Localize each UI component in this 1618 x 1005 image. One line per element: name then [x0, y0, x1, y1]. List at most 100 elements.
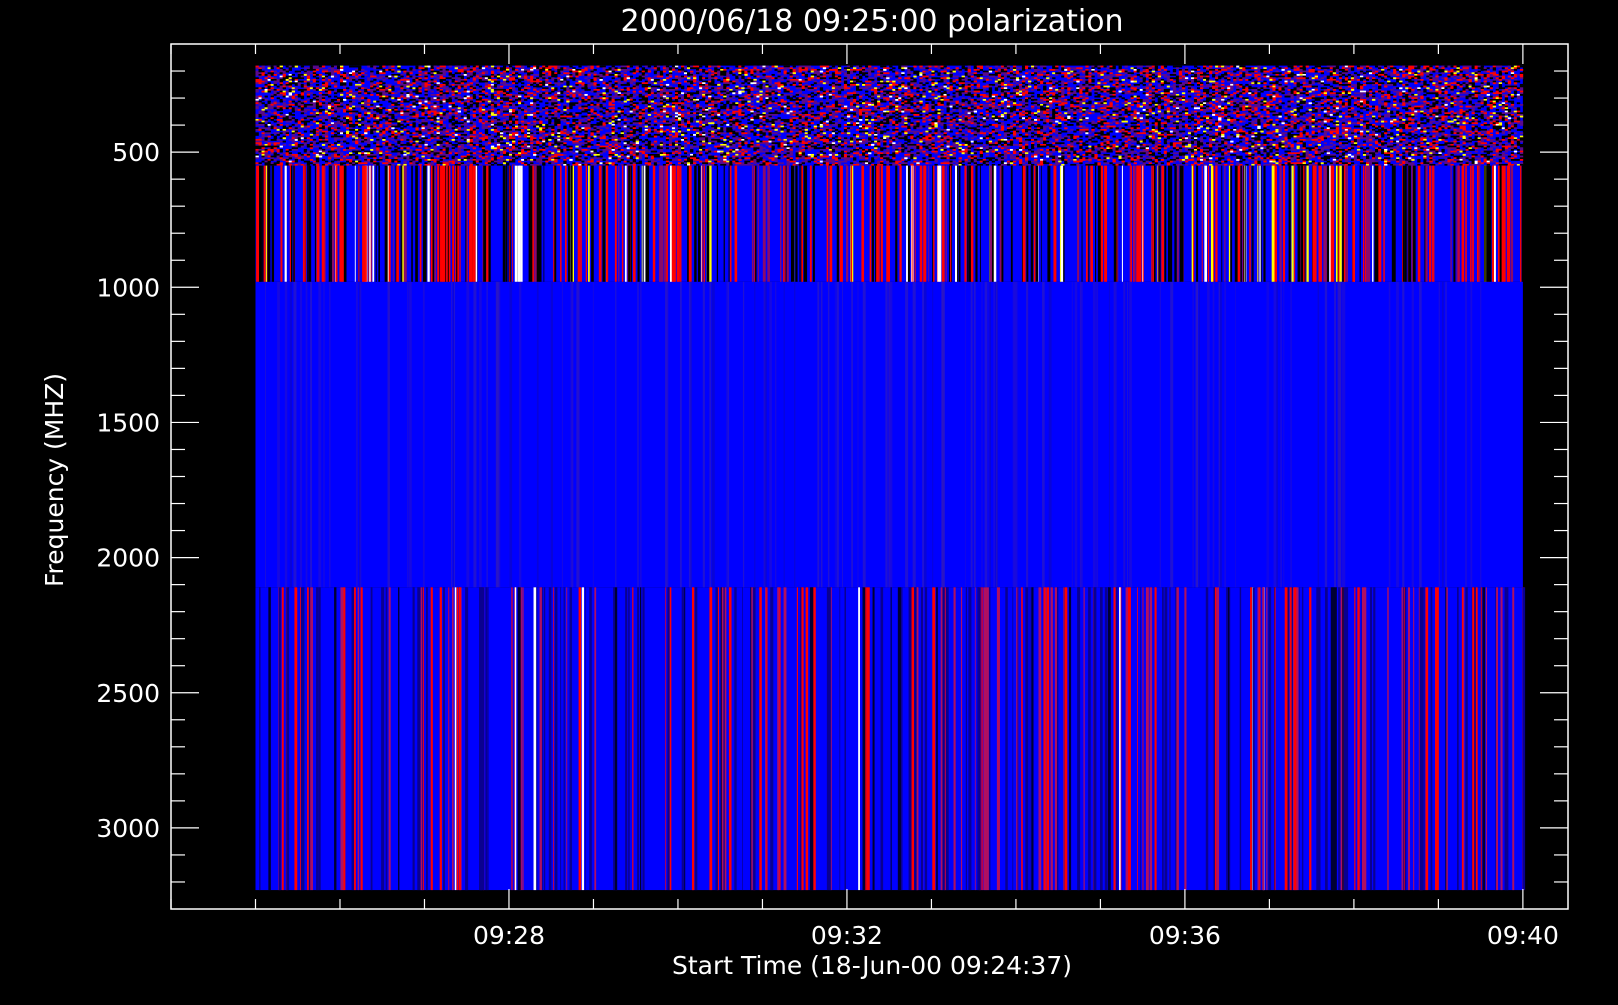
- noise-cell: [967, 93, 971, 96]
- noise-cell: [1378, 87, 1382, 90]
- noise-cell: [433, 80, 437, 83]
- noise-cell: [1154, 65, 1159, 68]
- noise-cell: [312, 75, 317, 78]
- noise-cell: [810, 75, 815, 78]
- noise-cell: [1465, 95, 1469, 98]
- noise-cell: [358, 67, 362, 70]
- noise-cell: [264, 78, 268, 81]
- noise-cell: [1359, 87, 1364, 90]
- noise-cell: [1468, 75, 1472, 78]
- noise-cell: [421, 72, 425, 75]
- noise-cell: [982, 72, 987, 75]
- noise-cell: [1052, 65, 1056, 68]
- noise-cell: [1260, 97, 1264, 100]
- noise-cell: [352, 97, 356, 100]
- noise-cell: [988, 70, 993, 73]
- noise-cell: [723, 87, 727, 90]
- noise-cell: [1163, 73, 1168, 76]
- noise-cell: [1302, 68, 1306, 71]
- noise-cell: [662, 87, 667, 90]
- noise-cell: [1236, 85, 1240, 88]
- noise-cell: [472, 68, 477, 71]
- noise-cell: [753, 73, 757, 76]
- noise-cell: [1438, 82, 1442, 85]
- noise-cell: [599, 92, 603, 95]
- noise-cell: [1359, 70, 1364, 73]
- noise-cell: [1169, 78, 1174, 81]
- noise-cell: [382, 72, 386, 75]
- noise-cell: [554, 97, 558, 100]
- noise-cell: [1435, 95, 1439, 98]
- noise-cell: [958, 70, 962, 73]
- noise-cell: [1302, 73, 1306, 76]
- noise-cell: [1196, 72, 1201, 75]
- noise-cell: [1447, 93, 1451, 96]
- noise-cell: [469, 87, 474, 90]
- noise-cell: [735, 85, 739, 88]
- noise-cell: [358, 90, 362, 93]
- noise-cell: [300, 90, 305, 93]
- noise-cell: [644, 73, 649, 76]
- noise-cell: [1248, 85, 1252, 88]
- noise-cell: [1384, 67, 1388, 70]
- noise-cell: [1003, 87, 1008, 90]
- noise-cell: [720, 85, 724, 88]
- noise-cell: [1055, 65, 1059, 68]
- noise-cell: [285, 75, 289, 78]
- noise-cell: [288, 82, 293, 85]
- noise-cell: [548, 65, 552, 68]
- noise-cell: [1375, 80, 1379, 83]
- noise-cell: [382, 65, 386, 68]
- noise-cell: [705, 72, 709, 75]
- noise-cell: [1133, 70, 1137, 73]
- noise-cell: [1432, 92, 1436, 95]
- noise-cell: [1441, 92, 1445, 95]
- noise-cell: [895, 70, 899, 73]
- noise-cell: [324, 83, 329, 86]
- noise-cell: [988, 92, 993, 95]
- noise-cell: [394, 92, 398, 95]
- noise-cell: [1031, 72, 1035, 75]
- noise-cell: [439, 68, 443, 71]
- noise-cell: [1417, 90, 1421, 93]
- noise-cell: [1040, 78, 1044, 81]
- noise-cell: [1308, 90, 1312, 93]
- noise-cell: [877, 97, 881, 100]
- noise-cell: [1384, 90, 1388, 93]
- noise-cell: [1043, 65, 1047, 68]
- noise-cell: [1320, 70, 1325, 73]
- noise-cell: [1350, 77, 1355, 80]
- noise-cell: [436, 87, 440, 90]
- noise-cell: [490, 80, 495, 83]
- noise-cell: [445, 90, 449, 93]
- noise-cell: [931, 90, 935, 93]
- noise-cell: [973, 92, 977, 95]
- noise-cell: [1519, 83, 1524, 86]
- noise-cell: [1441, 68, 1445, 71]
- noise-cell: [949, 88, 953, 91]
- noise-cell: [376, 87, 380, 90]
- noise-cell: [276, 88, 280, 91]
- noise-cell: [1438, 92, 1442, 95]
- noise-cell: [617, 88, 621, 91]
- noise-cell: [1471, 87, 1475, 90]
- noise-cell: [744, 88, 748, 91]
- noise-cell: [469, 72, 474, 75]
- noise-cell: [765, 70, 769, 73]
- noise-cell: [1326, 70, 1331, 73]
- noise-cell: [424, 68, 428, 71]
- noise-cell: [1347, 70, 1352, 73]
- noise-cell: [602, 87, 606, 90]
- noise-cell: [1393, 72, 1397, 75]
- noise-cell: [409, 82, 413, 85]
- noise-cell: [1067, 92, 1071, 95]
- noise-cell: [1381, 68, 1385, 71]
- noise-cell: [1021, 78, 1026, 81]
- noise-cell: [970, 90, 974, 93]
- noise-cell: [1359, 78, 1364, 81]
- noise-cell: [943, 80, 947, 83]
- noise-cell: [524, 85, 528, 88]
- noise-cell: [1287, 93, 1291, 96]
- noise-cell: [617, 73, 621, 76]
- noise-cell: [267, 73, 271, 76]
